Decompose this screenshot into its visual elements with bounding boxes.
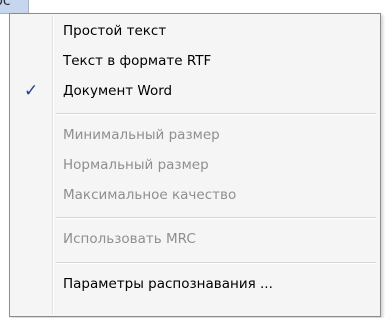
menu-item-recognition-settings[interactable]: Параметры распознавания ...	[12, 270, 378, 300]
menu-item-label: Простой текст	[63, 23, 167, 39]
menu-item-label: Текст в формате RTF	[63, 53, 212, 69]
context-menu: Простой текст Текст в формате RTF ✓ Доку…	[9, 13, 381, 317]
menu-item-normal-size[interactable]: Нормальный размер	[12, 151, 378, 181]
menu-item-label: Использовать MRC	[63, 231, 196, 247]
menu-anchor-label: рс	[0, 0, 11, 9]
menu-item-maximum-quality[interactable]: Максимальное качество	[12, 181, 378, 211]
menu-item-rtf[interactable]: Текст в формате RTF	[12, 47, 378, 77]
menu-anchor-tab[interactable]: рс	[0, 0, 29, 14]
menu-separator	[56, 217, 376, 219]
menu-separator	[56, 113, 376, 115]
menu-item-minimum-size[interactable]: Минимальный размер	[12, 121, 378, 151]
menu-item-label: Параметры распознавания ...	[63, 276, 273, 292]
menu-item-label: Минимальный размер	[63, 127, 220, 143]
menu-item-word-document[interactable]: ✓ Документ Word	[12, 77, 378, 107]
menu-item-plain-text[interactable]: Простой текст	[12, 17, 378, 47]
menu-item-label: Нормальный размер	[63, 157, 209, 173]
menu-item-label: Максимальное качество	[63, 187, 237, 203]
menu-item-use-mrc[interactable]: Использовать MRC	[12, 225, 378, 255]
menu-separator	[56, 262, 376, 264]
checkmark-icon: ✓	[24, 81, 39, 101]
menu-item-label: Документ Word	[63, 83, 173, 99]
